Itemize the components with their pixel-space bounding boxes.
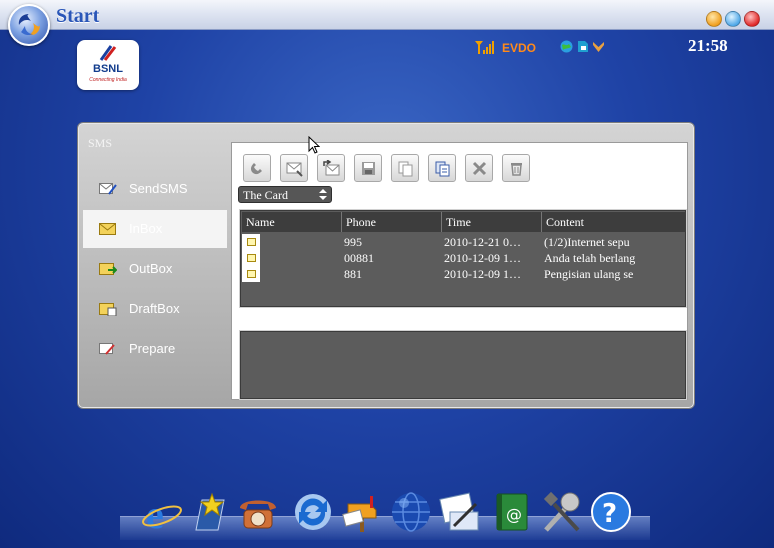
inbox-envelope-icon (99, 223, 116, 235)
storage-select-value: The Card (243, 188, 288, 202)
delete-icon (472, 161, 487, 176)
internet-globe-icon[interactable] (560, 40, 573, 53)
send-sms-icon (99, 183, 117, 195)
row-phone: 995 (344, 235, 362, 249)
sidebar-item-draftbox[interactable]: DraftBox (83, 290, 227, 328)
outbox-icon (99, 263, 117, 275)
row-content: Pengisian ulang se (544, 267, 634, 281)
table-row[interactable]: 00881 2010-12-09 1… Anda telah berlang (240, 250, 686, 266)
column-header-content[interactable]: Content (542, 212, 686, 232)
notes-icon[interactable] (438, 490, 482, 534)
save-icon (362, 162, 375, 175)
svg-text:?: ? (602, 499, 617, 529)
draftbox-icon (99, 303, 117, 316)
message-status-icon (242, 250, 260, 266)
internet-explorer-icon[interactable]: e (140, 490, 184, 534)
sidebar-item-label: SendSMS (129, 181, 188, 196)
table-row[interactable]: 995 2010-12-21 0… (1/2)Internet sepu (240, 234, 686, 250)
column-header-time[interactable]: Time (442, 212, 542, 232)
trash-button[interactable] (502, 154, 530, 182)
tools-icon[interactable] (540, 490, 584, 534)
bsnl-mark-icon (99, 45, 117, 61)
sidebar-item-prepare[interactable]: Prepare (83, 330, 227, 368)
sms-panel: SMS SendSMS InBox OutBox DraftBox Prepar… (78, 123, 694, 408)
sidebar-item-label: DraftBox (129, 301, 180, 316)
forward-icon (323, 160, 340, 176)
clock: 21:58 (688, 36, 728, 55)
reply-button[interactable] (280, 154, 308, 182)
sidebar-item-outbox[interactable]: OutBox (83, 250, 227, 288)
mailbox-icon[interactable] (340, 490, 384, 534)
window-title: Start (56, 5, 100, 27)
reply-icon (286, 162, 303, 177)
signal-strength-icon (475, 41, 494, 54)
prepare-icon (99, 343, 115, 355)
sim-card-icon[interactable] (576, 40, 589, 53)
close-button[interactable] (744, 11, 760, 27)
svg-text:e: e (146, 492, 164, 534)
call-icon (250, 163, 262, 175)
forward-button[interactable] (317, 154, 345, 182)
mouse-cursor-icon (308, 136, 320, 154)
email-book-icon[interactable]: @ (491, 490, 535, 534)
row-time: 2010-12-21 0… (444, 235, 521, 249)
trash-icon (511, 163, 522, 176)
sidebar-item-inbox[interactable]: InBox (83, 210, 227, 248)
bsnl-logo: BSNL Connecting India (77, 40, 139, 90)
panel-title: SMS (88, 136, 113, 150)
sync-icon[interactable] (291, 490, 335, 534)
save-button[interactable] (354, 154, 382, 182)
svg-text:@: @ (506, 505, 522, 524)
bsnl-name: BSNL (93, 63, 123, 75)
message-status-icon (242, 266, 260, 282)
help-icon[interactable]: ? (589, 490, 633, 534)
phone-icon[interactable] (236, 490, 280, 534)
call-button[interactable] (243, 154, 271, 182)
minimize-button[interactable] (706, 11, 722, 27)
sidebar-item-label: Prepare (129, 341, 176, 356)
copy-button[interactable] (391, 154, 419, 182)
sidebar-item-label: OutBox (129, 261, 173, 276)
network-type: EVDO (502, 41, 537, 55)
sms-alert-icon[interactable] (592, 40, 605, 53)
sidebar-item-sendsms[interactable]: SendSMS (83, 170, 227, 208)
table-row[interactable]: 881 2010-12-09 1… Pengisian ulang se (240, 266, 686, 282)
status-icons (560, 40, 605, 53)
row-phone: 881 (344, 267, 362, 281)
title-bar: Start (0, 0, 774, 30)
row-time: 2010-12-09 1… (444, 251, 521, 265)
globe-icon[interactable] (389, 490, 433, 534)
column-header-phone[interactable]: Phone (342, 212, 442, 232)
copy-icon (398, 161, 413, 177)
delete-button[interactable] (465, 154, 493, 182)
message-table: Name Phone Time Content 995 2010-12-21 0… (239, 209, 687, 308)
favorites-icon[interactable] (188, 490, 232, 534)
column-header-name[interactable]: Name (242, 212, 342, 232)
row-content: Anda telah berlang (544, 251, 636, 265)
maximize-button[interactable] (725, 11, 741, 27)
paste-icon (435, 161, 450, 177)
inbox-content: The Card Name Phone Time Content 995 201… (231, 142, 688, 400)
storage-select[interactable]: The Card (238, 186, 332, 203)
bsnl-tagline: Connecting India (89, 77, 127, 83)
sidebar-item-label: InBox (129, 221, 163, 236)
select-arrows-icon (319, 189, 327, 200)
row-phone: 00881 (344, 251, 374, 265)
app-logo-icon[interactable] (8, 4, 50, 46)
message-status-icon (242, 234, 260, 250)
paste-button[interactable] (428, 154, 456, 182)
row-content: (1/2)Internet sepu (544, 235, 630, 249)
row-time: 2010-12-09 1… (444, 267, 521, 281)
message-preview[interactable] (239, 330, 687, 400)
